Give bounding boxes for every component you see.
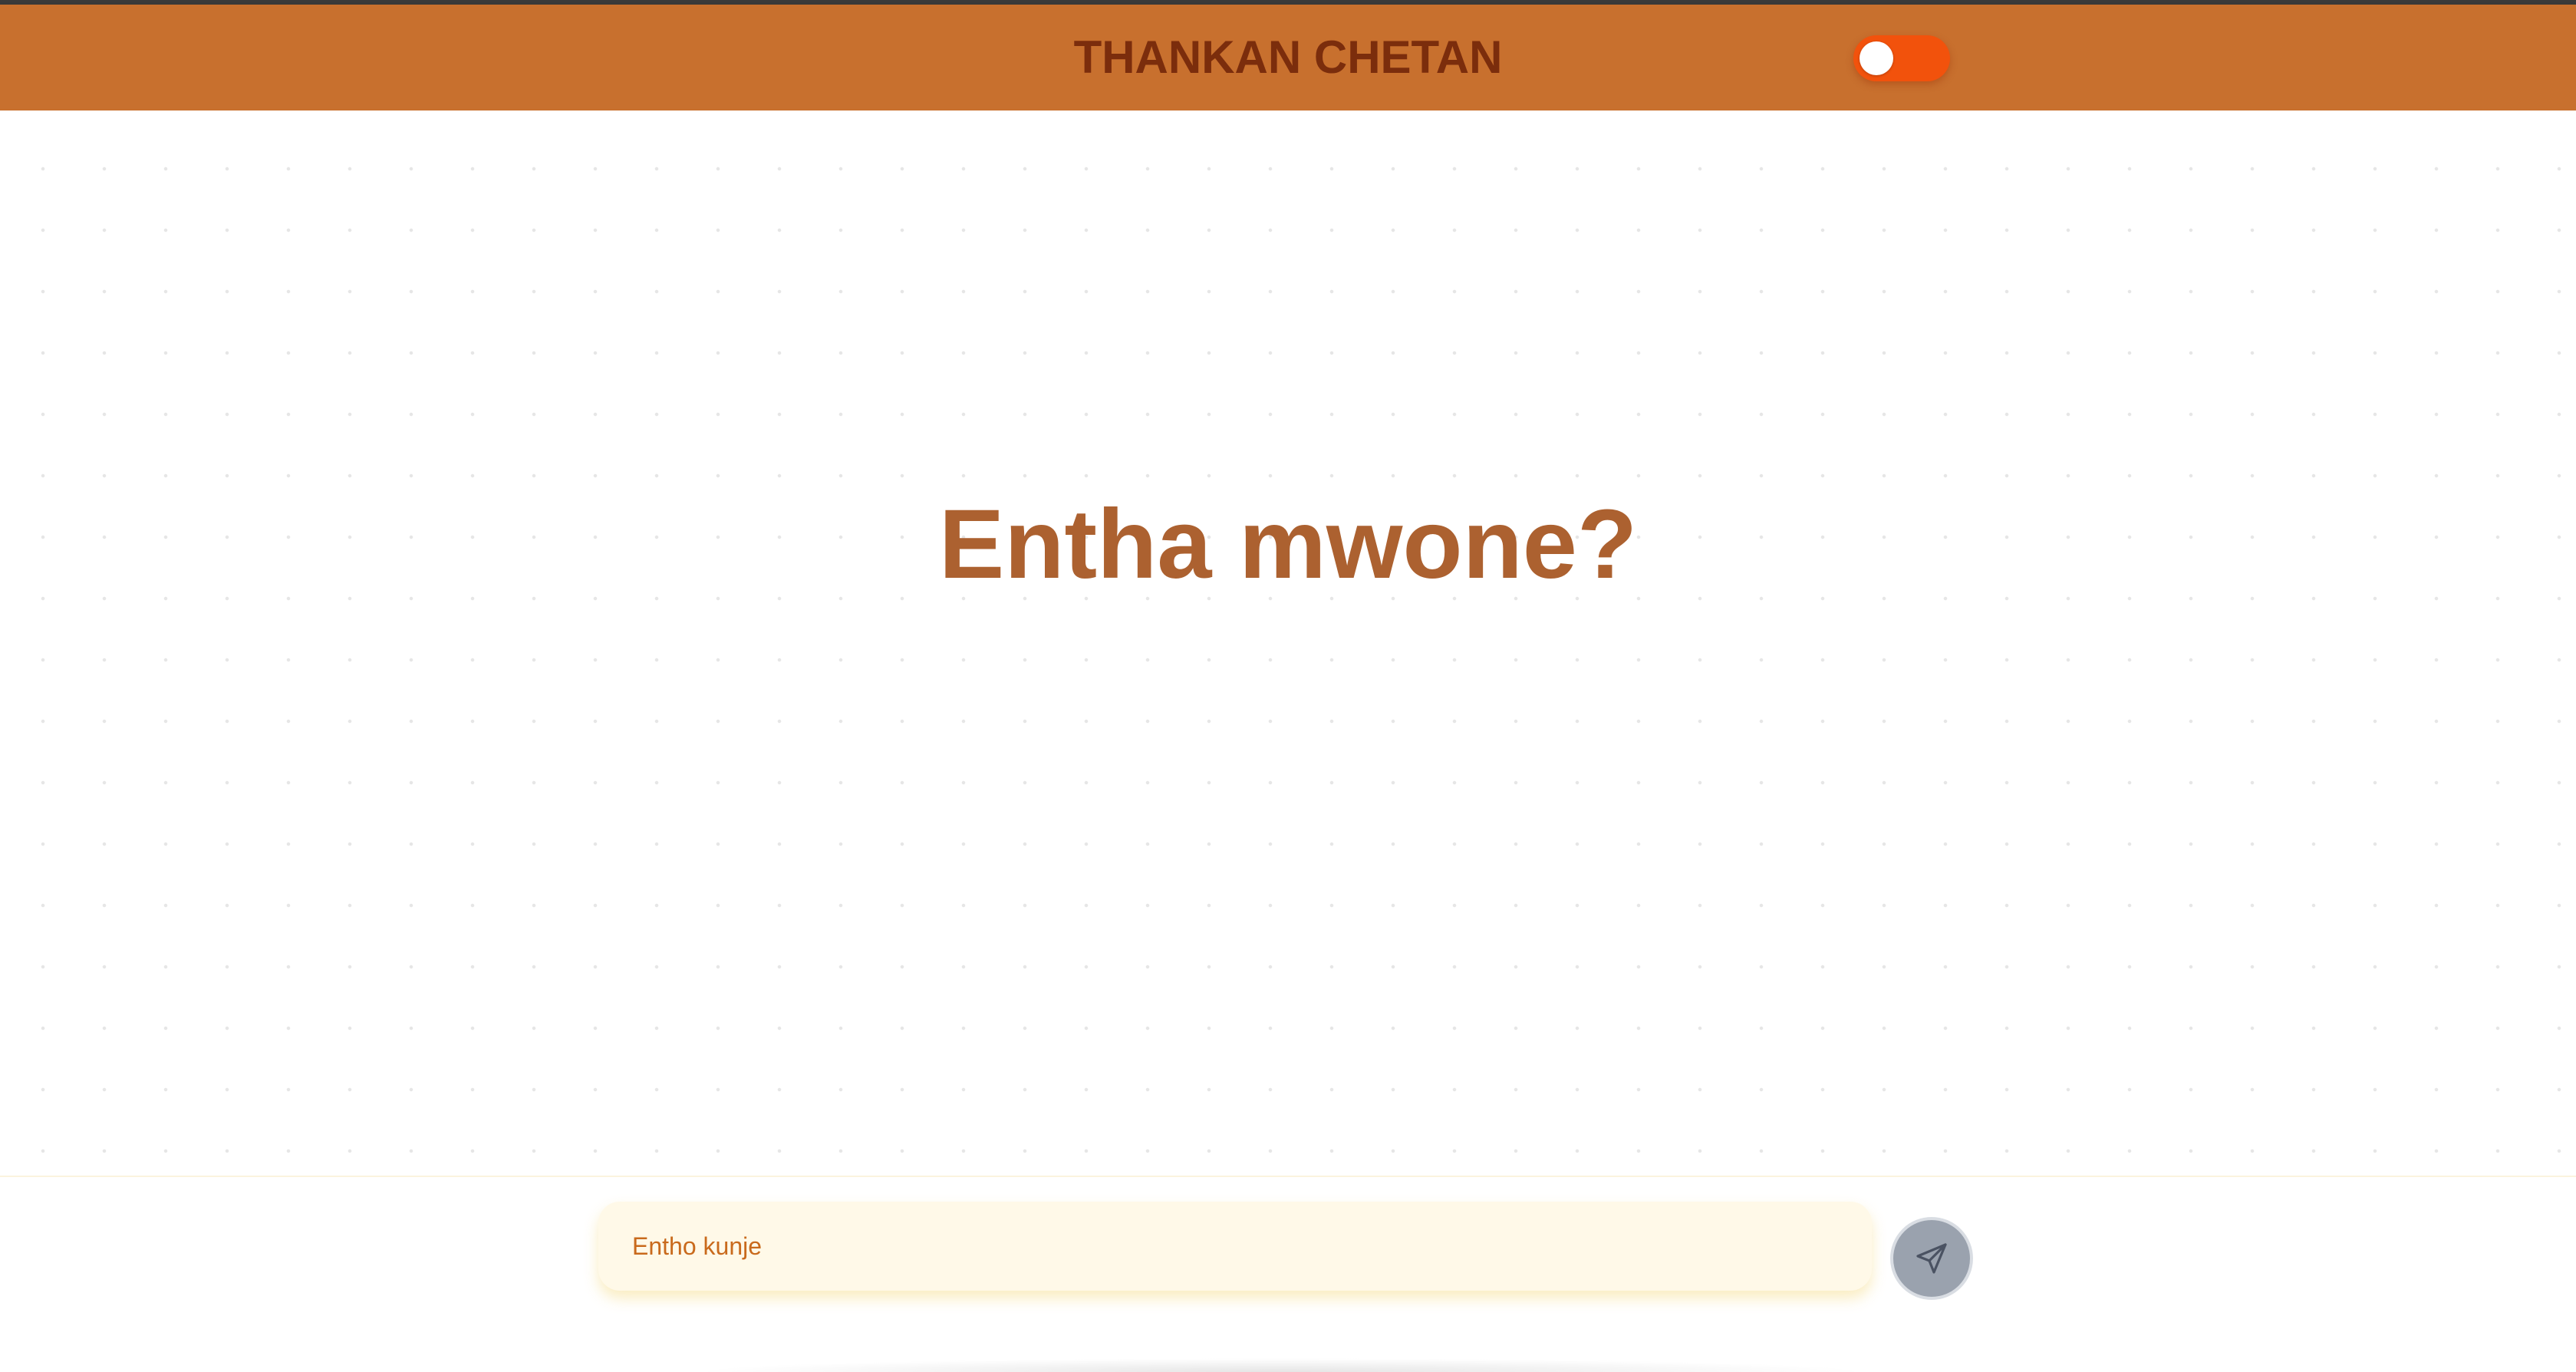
theme-toggle[interactable] xyxy=(1853,35,1950,81)
app-header: THANKAN CHETAN xyxy=(0,5,2576,110)
message-input-container xyxy=(598,1202,1872,1291)
chat-area: Entha mwone? xyxy=(0,110,2576,1176)
send-button[interactable] xyxy=(1890,1217,1973,1300)
toggle-knob xyxy=(1860,41,1893,75)
bottom-shadow xyxy=(690,1358,1872,1372)
message-input[interactable] xyxy=(598,1202,1872,1291)
greeting-heading: Entha mwone? xyxy=(938,490,1638,599)
send-icon xyxy=(1916,1243,1947,1274)
app-title: THANKAN CHETAN xyxy=(1073,31,1503,83)
composer-bar xyxy=(0,1176,2576,1372)
